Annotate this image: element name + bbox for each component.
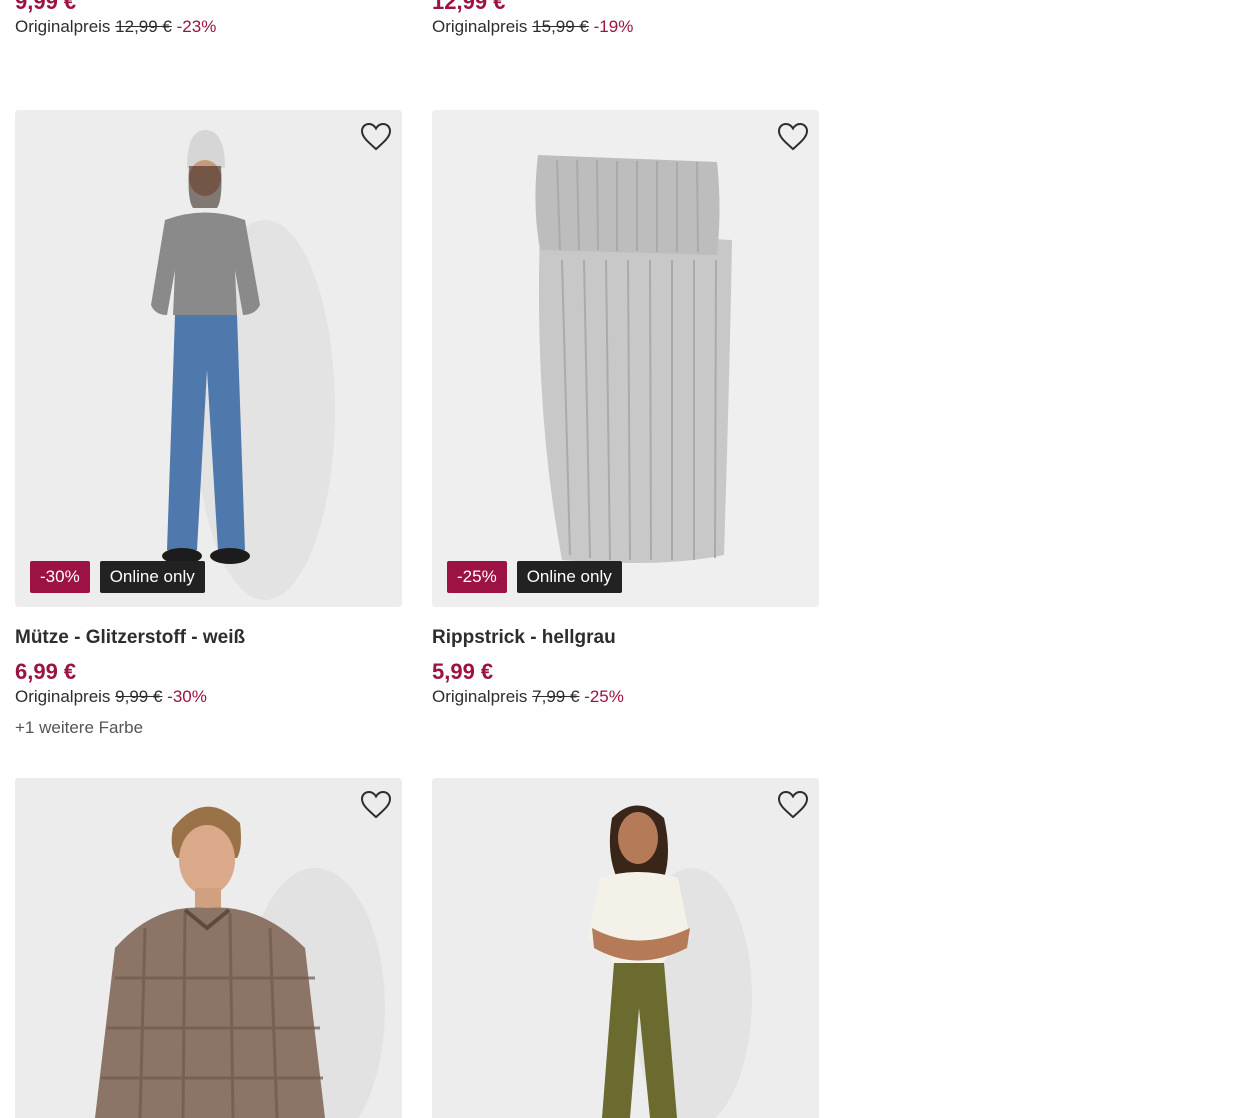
- product-image-link[interactable]: [432, 778, 819, 1118]
- product-price: 9,99 €: [15, 0, 77, 14]
- product-image-ribbed-knit-scarf: [432, 110, 819, 607]
- product-image-model-sweater-jeans: [15, 110, 402, 607]
- product-image-link[interactable]: [15, 778, 402, 1118]
- product-price-block: 9,99 € Originalpreis 12,99 € -23%: [15, 0, 402, 38]
- discount-percent: -30%: [167, 687, 207, 706]
- original-price-label: Originalpreis: [432, 687, 528, 706]
- discount-percent: -19%: [593, 17, 634, 36]
- product-image-woman-olive-pants: [432, 778, 819, 1118]
- online-only-badge: Online only: [99, 561, 205, 593]
- product-title[interactable]: Rippstrick - hellgrau: [432, 626, 819, 650]
- product-title[interactable]: Mütze - Glitzerstoff - weiß: [15, 626, 402, 650]
- sale-badge: -30%: [30, 561, 90, 593]
- product-badges: -30% Online only: [30, 561, 205, 593]
- original-price: 15,99 €: [532, 17, 589, 36]
- original-price-row: Originalpreis 12,99 € -23%: [15, 16, 402, 38]
- product-price: 12,99 €: [432, 0, 506, 14]
- favorite-heart-icon[interactable]: [777, 790, 809, 820]
- original-price-row: Originalpreis 7,99 € -25%: [432, 686, 819, 708]
- original-price-row: Originalpreis 15,99 € -19%: [432, 16, 819, 38]
- discount-percent: -25%: [584, 687, 624, 706]
- product-image-link[interactable]: -30% Online only: [15, 110, 402, 607]
- product-image-link[interactable]: -25% Online only: [432, 110, 819, 607]
- product-image-checked-shirt-man: [15, 778, 402, 1118]
- discount-percent: -23%: [176, 17, 217, 36]
- heart-outline-icon: [777, 790, 809, 819]
- heart-outline-icon: [360, 790, 392, 819]
- original-price: 9,99 €: [115, 687, 163, 706]
- online-only-badge: Online only: [516, 561, 622, 593]
- more-colors-link[interactable]: +1 weitere Farbe: [15, 717, 402, 739]
- original-price-label: Originalpreis: [432, 17, 528, 36]
- heart-outline-icon: [360, 122, 392, 151]
- product-price: 5,99 €: [432, 659, 494, 684]
- product-info: Mütze - Glitzerstoff - weiß 6,99 € Origi…: [15, 626, 402, 739]
- product-price-block: 12,99 € Originalpreis 15,99 € -19%: [432, 0, 819, 38]
- product-price: 6,99 €: [15, 659, 77, 684]
- favorite-heart-icon[interactable]: [777, 122, 809, 152]
- favorite-heart-icon[interactable]: [360, 790, 392, 820]
- original-price: 12,99 €: [115, 17, 172, 36]
- original-price-row: Originalpreis 9,99 € -30%: [15, 686, 402, 708]
- product-info: Rippstrick - hellgrau 5,99 € Originalpre…: [432, 626, 819, 708]
- heart-outline-icon: [777, 122, 809, 151]
- original-price-label: Originalpreis: [15, 17, 111, 36]
- favorite-heart-icon[interactable]: [360, 122, 392, 152]
- original-price: 7,99 €: [532, 687, 580, 706]
- sale-badge: -25%: [447, 561, 507, 593]
- product-badges: -25% Online only: [447, 561, 622, 593]
- original-price-label: Originalpreis: [15, 687, 111, 706]
